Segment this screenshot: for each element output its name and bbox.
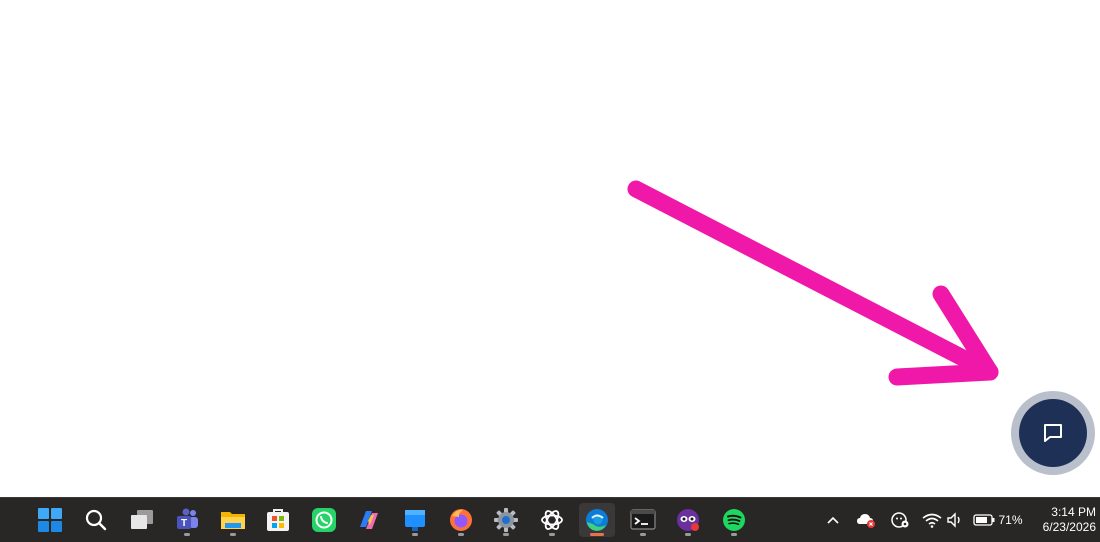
chat-button[interactable] xyxy=(1019,399,1087,467)
chatgpt-button[interactable] xyxy=(534,503,570,537)
accessibility-status-button[interactable] xyxy=(889,508,911,532)
wifi-icon xyxy=(922,513,942,528)
cloud-status-button[interactable] xyxy=(855,508,877,532)
terminal-icon xyxy=(630,509,656,530)
teams-icon: T xyxy=(177,508,198,529)
settings-button[interactable] xyxy=(488,503,524,537)
smiley-settings-icon xyxy=(891,512,909,528)
whatsapp-button[interactable] xyxy=(306,503,342,537)
taskbar: T 71% 3:14 PM 6/23/2026 xyxy=(0,497,1100,542)
gear-icon xyxy=(494,508,518,532)
teams-button[interactable]: T xyxy=(169,503,205,537)
battery-icon xyxy=(973,514,995,526)
windows-start-icon xyxy=(38,508,62,532)
search-button[interactable] xyxy=(78,503,114,537)
spotify-icon xyxy=(723,509,745,531)
mask-icon xyxy=(677,509,699,531)
copilot-icon xyxy=(360,511,378,529)
edge-icon xyxy=(586,509,608,531)
blue-app-icon xyxy=(405,510,425,531)
edge-button[interactable] xyxy=(579,503,615,537)
file-explorer-button[interactable] xyxy=(215,503,251,537)
firefox-icon xyxy=(450,509,472,531)
copilot-button[interactable] xyxy=(351,503,387,537)
chevron-up-icon xyxy=(827,516,839,524)
battery-percentage: 71% xyxy=(998,513,1023,527)
battery-button[interactable]: 71% xyxy=(971,508,1025,532)
store-button[interactable] xyxy=(260,503,296,537)
clock-time: 3:14 PM xyxy=(1051,505,1096,519)
wifi-button[interactable] xyxy=(921,508,943,532)
spotify-button[interactable] xyxy=(716,503,752,537)
cloud-error-icon xyxy=(857,514,875,528)
search-icon xyxy=(85,509,107,531)
blue-app-button[interactable] xyxy=(397,503,433,537)
task-view-button[interactable] xyxy=(124,503,160,537)
desktop-background: T 71% 3:14 PM 6/23/2026 xyxy=(0,0,1100,542)
annotation-arrow xyxy=(627,180,999,386)
speaker-icon xyxy=(947,512,960,528)
start-button[interactable] xyxy=(32,503,68,537)
svg-text:T: T xyxy=(181,518,187,529)
chat-bubble-icon xyxy=(1044,424,1062,442)
store-icon xyxy=(267,509,289,531)
folder-icon xyxy=(221,512,245,529)
clock[interactable]: 3:14 PM 6/23/2026 xyxy=(1030,505,1096,535)
whatsapp-icon xyxy=(312,508,336,532)
firefox-button[interactable] xyxy=(443,503,479,537)
task-view-icon xyxy=(131,510,153,529)
show-hidden-icons-button[interactable] xyxy=(824,508,842,532)
chatgpt-icon xyxy=(541,510,563,530)
mask-app-button[interactable] xyxy=(670,503,706,537)
clock-date: 6/23/2026 xyxy=(1042,520,1096,534)
volume-button[interactable] xyxy=(945,508,965,532)
terminal-button[interactable] xyxy=(625,503,661,537)
